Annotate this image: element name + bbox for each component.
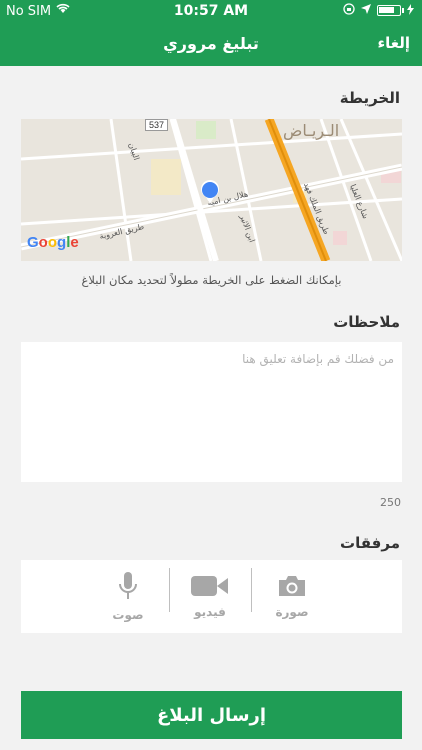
attach-audio-label: صوت: [112, 608, 144, 622]
map-section-label: الخريطة: [339, 89, 400, 107]
attach-audio-button[interactable]: صوت: [87, 560, 169, 633]
map-hint-text: بإمكانك الضغط على الخريطة مطولاً لتحديد …: [81, 273, 342, 287]
battery-icon: [377, 5, 404, 16]
status-bar: No SIM 10:57 AM: [0, 0, 422, 22]
char-counter: 250: [380, 496, 401, 509]
attach-photo-button[interactable]: صورة: [251, 560, 333, 633]
rotation-lock-icon: [343, 3, 355, 18]
google-logo: Google: [27, 234, 79, 251]
top-bar: No SIM 10:57 AM تبليغ مروري إلغاء: [0, 0, 422, 66]
road-number-badge: 537: [145, 119, 169, 131]
attach-video-label: فيديو: [194, 605, 226, 619]
divider: [169, 568, 170, 612]
camera-icon: [277, 574, 307, 601]
google-wordmark: Google: [27, 234, 79, 251]
notes-section-label: ملاحظات: [333, 313, 400, 331]
map-city-label: الـريـاض: [283, 121, 340, 140]
video-camera-icon: [190, 574, 230, 601]
attach-video-button[interactable]: فيديو: [169, 560, 251, 633]
charging-icon: [407, 3, 414, 18]
microphone-icon: [117, 571, 139, 604]
submit-report-button[interactable]: إرسال البلاغ: [21, 691, 402, 739]
map-view[interactable]: 537 الـريـاض هلال بن امية ابن الاثير طري…: [21, 119, 402, 261]
attach-photo-label: صورة: [275, 605, 309, 619]
divider: [251, 568, 252, 612]
notes-input[interactable]: [21, 342, 402, 482]
attachments-section-label: مرفقات: [340, 534, 400, 552]
cancel-button[interactable]: إلغاء: [377, 34, 410, 52]
page-title: تبليغ مروري: [163, 34, 259, 53]
location-arrow-icon: [361, 4, 371, 17]
attachments-panel: صورة فيديو صوت: [21, 560, 402, 633]
